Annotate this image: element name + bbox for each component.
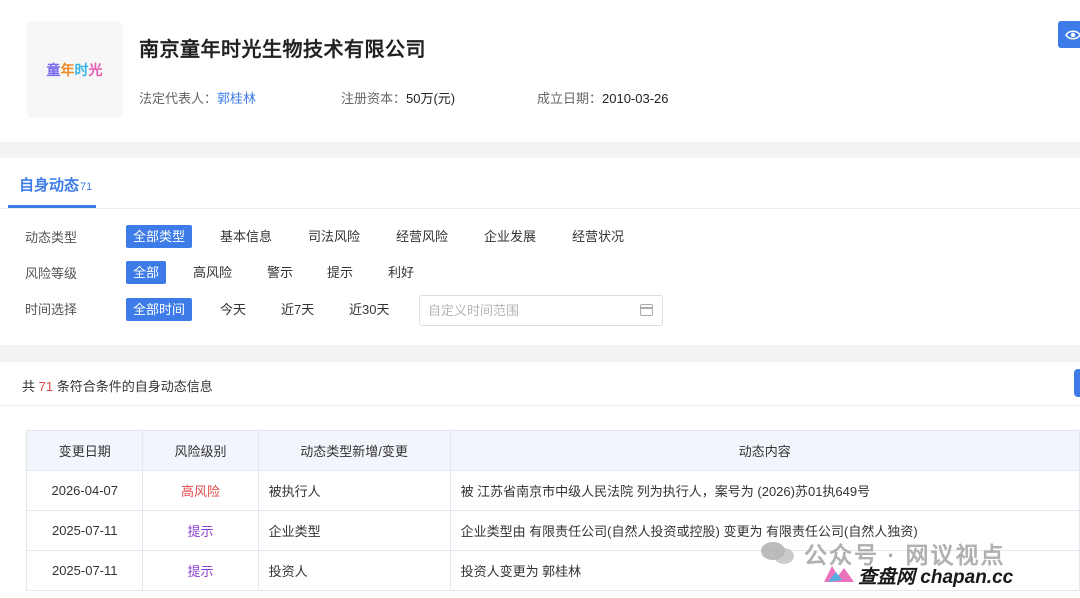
- header-risk: 风险级别: [142, 430, 259, 471]
- logo-char: 光: [88, 61, 103, 78]
- legal-rep: 法定代表人：郭桂林: [139, 88, 256, 107]
- legal-rep-link[interactable]: 郭桂林: [217, 91, 256, 106]
- type-option-judicial[interactable]: 司法风险: [301, 225, 367, 248]
- cell-risk: 提示: [142, 550, 259, 591]
- type-option-all[interactable]: 全部类型: [126, 225, 193, 248]
- company-header: 童年时光 南京童年时光生物技术有限公司 法定代表人：郭桂林 注册资本：50万(元…: [0, 0, 1080, 142]
- risk-filter-label: 风险等级: [25, 266, 78, 281]
- cell-date: 2025-07-11: [25, 510, 144, 551]
- summary-suffix: 条符合条件的自身动态信息: [56, 379, 213, 394]
- summary-count: 71: [38, 379, 54, 394]
- summary-prefix: 共: [22, 379, 36, 394]
- type-option-basic[interactable]: 基本信息: [213, 225, 279, 248]
- cell-type: 企业类型: [257, 510, 451, 551]
- active-tab-indicator: [8, 205, 96, 208]
- logo-char: 年: [60, 61, 75, 78]
- filter-panel: 自身动态71 动态类型 全部类型 基本信息 司法风险 经营风险 企业发展 经营状…: [0, 158, 1080, 345]
- cell-risk: 提示: [142, 510, 259, 551]
- risk-option-tip[interactable]: 提示: [320, 261, 360, 284]
- tab-label: 自身动态: [19, 177, 80, 194]
- cell-content: 被 江苏省南京市中级人民法院 列为执行人，案号为 (2026)苏01执649号: [449, 470, 1080, 511]
- cell-date: 2026-04-07: [25, 470, 144, 511]
- time-option-7days[interactable]: 近7天: [274, 298, 321, 321]
- risk-option-all[interactable]: 全部: [126, 261, 167, 284]
- type-option-operating-risk[interactable]: 经营风险: [389, 225, 455, 248]
- logo-char: 时: [74, 61, 89, 78]
- company-logo: 童年时光: [26, 21, 123, 118]
- type-filter-label: 动态类型: [25, 230, 78, 245]
- capital-value: 50万(元): [406, 91, 456, 106]
- cell-type: 被执行人: [257, 470, 451, 511]
- divider: [0, 405, 1080, 406]
- capital-label: 注册资本：: [341, 91, 407, 106]
- header-content: 动态内容: [449, 430, 1080, 471]
- tab-bar: 自身动态71: [0, 158, 1080, 209]
- founded-label: 成立日期：: [537, 91, 603, 106]
- time-option-all[interactable]: 全部时间: [126, 298, 193, 321]
- eye-icon: [1065, 30, 1080, 39]
- view-button[interactable]: [1058, 21, 1080, 48]
- tab-self-dynamics[interactable]: 自身动态71: [19, 174, 92, 195]
- logo-char: 童: [46, 61, 61, 78]
- legal-rep-label: 法定代表人：: [139, 91, 218, 106]
- company-name: 南京童年时光生物技术有限公司: [139, 39, 426, 61]
- header-date: 变更日期: [25, 430, 144, 471]
- registered-capital: 注册资本：50万(元): [341, 88, 455, 107]
- type-option-status[interactable]: 经营状况: [565, 225, 631, 248]
- date-range-input[interactable]: 自定义时间范围: [419, 295, 663, 326]
- cell-risk: 高风险: [142, 470, 259, 511]
- risk-option-high[interactable]: 高风险: [186, 261, 239, 284]
- time-option-today[interactable]: 今天: [213, 298, 253, 321]
- table-row: 2026-04-07 高风险 被执行人 被 江苏省南京市中级人民法院 列为执行人…: [25, 470, 1080, 511]
- calendar-icon: [640, 304, 653, 316]
- results-summary: 共 71 条符合条件的自身动态信息: [22, 376, 213, 395]
- wechat-icon: [761, 542, 794, 564]
- cell-type: 投资人: [257, 550, 451, 591]
- founded-date: 成立日期：2010-03-26: [537, 88, 669, 107]
- date-range-placeholder: 自定义时间范围: [428, 303, 520, 318]
- table-header-row: 变更日期 风险级别 动态类型新增/变更 动态内容: [25, 430, 1080, 471]
- tab-count: 71: [80, 181, 93, 193]
- risk-option-warning[interactable]: 警示: [260, 261, 300, 284]
- cell-date: 2025-07-11: [25, 550, 144, 591]
- side-button[interactable]: [1074, 369, 1080, 397]
- watermark-site: 查盘网 chapan.cc: [858, 567, 1014, 588]
- header-type: 动态类型新增/变更: [257, 430, 451, 471]
- time-filter-label: 时间选择: [25, 302, 78, 317]
- time-option-30days[interactable]: 近30天: [342, 298, 396, 321]
- founded-value: 2010-03-26: [602, 91, 669, 106]
- type-option-development[interactable]: 企业发展: [477, 225, 543, 248]
- risk-option-positive[interactable]: 利好: [381, 261, 421, 284]
